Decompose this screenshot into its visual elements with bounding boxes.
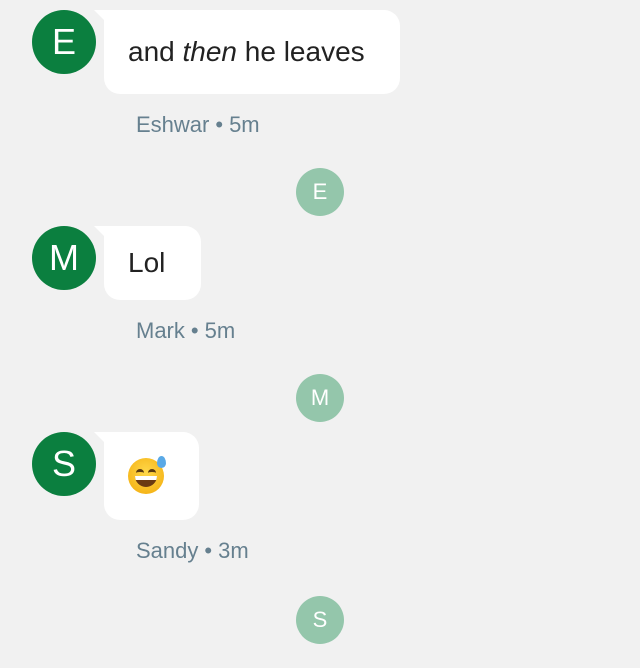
emoji-sweat-drop — [157, 456, 166, 468]
grinning-face-with-sweat-icon — [128, 456, 166, 494]
meta-separator: • — [190, 318, 199, 343]
message-meta: Eshwar • 5m — [136, 112, 260, 138]
message-text: and then he leaves — [128, 36, 365, 68]
message-text-part: and — [128, 36, 183, 67]
message-bubble[interactable]: Lol — [94, 226, 201, 300]
message-time: 5m — [229, 112, 260, 137]
message-text: Lol — [128, 247, 166, 278]
message-meta: Mark • 5m — [136, 318, 235, 344]
sender-avatar[interactable]: E — [32, 10, 96, 74]
avatar-letter: M — [49, 237, 79, 278]
receipt-letter: S — [312, 607, 328, 632]
message-bubble[interactable]: and then he leaves — [94, 10, 400, 94]
read-receipt-avatar[interactable]: M — [296, 374, 344, 422]
avatar-letter: S — [51, 443, 76, 484]
bubble-tail — [94, 226, 108, 240]
sender-name: Sandy — [136, 538, 199, 563]
meta-separator: • — [215, 112, 224, 137]
message-time: 5m — [204, 318, 236, 343]
message-time: 3m — [218, 538, 249, 563]
message-thread: E and then he leaves Eshwar • 5m E M Lol M… — [0, 0, 640, 668]
message-bubble[interactable] — [94, 432, 199, 520]
avatar-letter: E — [51, 21, 76, 62]
bubble-tail — [94, 10, 108, 24]
receipt-letter: E — [312, 179, 328, 204]
message-meta: Sandy • 3m — [136, 538, 249, 564]
bubble-tail — [94, 432, 108, 446]
emoji-mouth — [135, 476, 157, 487]
sender-avatar[interactable]: S — [32, 432, 96, 496]
message-text-italic: then — [182, 36, 238, 67]
read-receipt-avatar[interactable]: E — [296, 168, 344, 216]
meta-separator: • — [204, 538, 213, 563]
message-text-part: he leaves — [237, 36, 365, 67]
sender-name: Mark — [136, 318, 185, 343]
sender-name: Eshwar — [136, 112, 210, 137]
receipt-letter: M — [310, 385, 330, 410]
sender-avatar[interactable]: M — [32, 226, 96, 290]
read-receipt-avatar[interactable]: S — [296, 596, 344, 644]
